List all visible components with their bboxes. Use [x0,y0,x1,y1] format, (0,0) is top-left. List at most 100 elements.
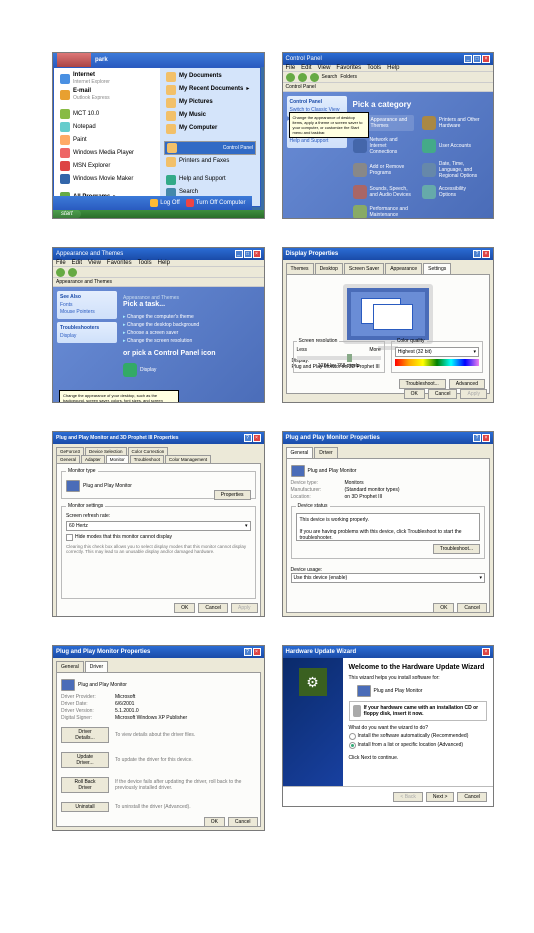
forward-button[interactable] [68,268,77,277]
close-button[interactable]: × [482,55,490,63]
tab-screensaver[interactable]: Screen Saver [344,263,384,274]
tab-general[interactable]: General [56,661,84,672]
refresh-rate-select[interactable]: 60 Hertz▾ [66,521,251,531]
forward-button[interactable] [298,73,307,82]
menu-help[interactable]: Help [387,65,399,71]
cancel-button[interactable]: Cancel [428,389,458,399]
icon-display[interactable]: Display [123,363,254,377]
tab-general[interactable]: General [286,447,314,458]
tab-adapter[interactable]: Adapter [81,455,105,463]
menu-view[interactable]: View [318,65,331,71]
category-users[interactable]: User Accounts [422,137,483,155]
driver-details-button[interactable]: Driver Details... [61,727,109,743]
help-link[interactable]: Help and Support [290,138,344,144]
menu-item-paint[interactable]: Paint [58,134,156,146]
cancel-button[interactable]: Cancel [457,792,487,802]
tab-color-correction[interactable]: Color Correction [128,447,169,455]
troubleshoot-button[interactable]: Troubleshoot... [433,544,480,554]
task-background[interactable]: Change the desktop background [123,322,254,328]
advanced-button[interactable]: Advanced [449,379,485,389]
ok-button[interactable]: OK [404,389,425,399]
turn-off-button[interactable]: Turn Off Computer [186,199,246,207]
close-button[interactable]: × [482,434,490,442]
tab-monitor[interactable]: Monitor [106,455,129,463]
tab-appearance[interactable]: Appearance [385,263,422,274]
menu-item-my-computer[interactable]: My Computer [164,123,256,135]
address-bar[interactable]: Control Panel [283,83,494,92]
menu-item-control-panel[interactable]: Control Panel [164,141,256,155]
menu-item-recent-docs[interactable]: My Recent Documents ▸ [164,84,256,96]
tab-general[interactable]: General [56,455,80,463]
menu-file[interactable]: File [286,65,296,71]
close-button[interactable]: × [253,648,261,656]
start-button[interactable]: start [53,210,81,218]
tab-driver[interactable]: Driver [85,661,108,672]
close-button[interactable]: × [482,250,490,258]
category-datetime[interactable]: Date, Time, Language, and Regional Optio… [422,161,483,179]
back-button[interactable] [56,268,65,277]
task-theme[interactable]: Change the computer's theme [123,314,254,320]
option-auto[interactable]: Install the software automatically (Reco… [349,733,488,740]
tab-themes[interactable]: Themes [286,263,314,274]
help-button[interactable]: ? [244,648,252,656]
ok-button[interactable]: OK [433,603,454,613]
device-usage-select[interactable]: Use this device (enable)▾ [291,573,486,583]
menu-item-my-pictures[interactable]: My Pictures [164,97,256,109]
menu-item-mct[interactable]: MCT 10.0 [58,108,156,120]
properties-button[interactable]: Properties [214,490,251,500]
menu-item-notepad[interactable]: Notepad [58,121,156,133]
menu-item-my-documents[interactable]: My Documents [164,71,256,83]
apply-button[interactable]: Apply [460,389,487,399]
back-button[interactable]: < Back [393,792,422,802]
resolution-slider[interactable] [297,356,381,360]
category-accessibility[interactable]: Accessibility Options [422,185,483,199]
troubleshoot-button[interactable]: Troubleshoot... [399,379,446,389]
close-button[interactable]: × [482,648,490,656]
help-button[interactable]: ? [244,434,252,442]
menu-item-wmp[interactable]: Windows Media Player [58,147,156,159]
up-button[interactable] [310,73,319,82]
color-quality-select[interactable]: Highest (32 bit)▾ [395,347,479,357]
tab-device-selection[interactable]: Device Selection [85,447,127,455]
tab-geforce[interactable]: GeForce3 [56,447,84,455]
close-button[interactable]: × [253,434,261,442]
menu-item-internet[interactable]: InternetInternet Explorer [58,71,156,86]
menu-item-email[interactable]: E-mailOutlook Express [58,87,156,102]
category-sounds[interactable]: Sounds, Speech, and Audio Devices [353,185,414,199]
update-driver-button[interactable]: Update Driver... [61,752,109,768]
tab-desktop[interactable]: Desktop [315,263,343,274]
help-button[interactable]: ? [473,434,481,442]
maximize-button[interactable]: □ [244,250,252,258]
category-network[interactable]: Network and Internet Connections [353,137,414,155]
menu-tools[interactable]: Tools [367,65,381,71]
task-screensaver[interactable]: Choose a screen saver [123,330,254,336]
menu-edit[interactable]: Edit [301,65,311,71]
option-list[interactable]: Install from a list or specific location… [349,742,488,749]
help-button[interactable]: ? [473,250,481,258]
category-performance[interactable]: Performance and Maintenance [353,205,414,219]
menu-item-moviemaker[interactable]: Windows Movie Maker [58,173,156,185]
menu-item-help[interactable]: Help and Support [164,174,256,186]
category-addremove[interactable]: Add or Remove Programs [353,161,414,179]
cancel-button[interactable]: Cancel [228,817,258,827]
tab-colormgmt[interactable]: Color Management [165,455,211,463]
menu-item-msn[interactable]: MSN Explorer [58,160,156,172]
menu-item-printers[interactable]: Printers and Faxes [164,156,256,168]
task-resolution[interactable]: Change the screen resolution [123,338,254,344]
hide-modes-checkbox[interactable]: Hide modes that this monitor cannot disp… [66,534,251,541]
log-off-button[interactable]: Log Off [150,199,180,207]
tab-settings[interactable]: Settings [423,263,451,274]
category-printers[interactable]: Printers and Other Hardware [422,115,483,131]
uninstall-button[interactable]: Uninstall [61,802,109,812]
address-bar[interactable]: Appearance and Themes [53,278,264,287]
tab-troubleshoot[interactable]: Troubleshoot [130,455,164,463]
maximize-button[interactable]: □ [473,55,481,63]
tab-driver[interactable]: Driver [314,447,337,458]
close-button[interactable]: × [253,250,261,258]
back-button[interactable] [286,73,295,82]
rollback-driver-button[interactable]: Roll Back Driver [61,777,109,793]
cancel-button[interactable]: Cancel [198,603,228,613]
minimize-button[interactable]: _ [464,55,472,63]
apply-button[interactable]: Apply [231,603,258,613]
next-button[interactable]: Next > [426,792,455,802]
